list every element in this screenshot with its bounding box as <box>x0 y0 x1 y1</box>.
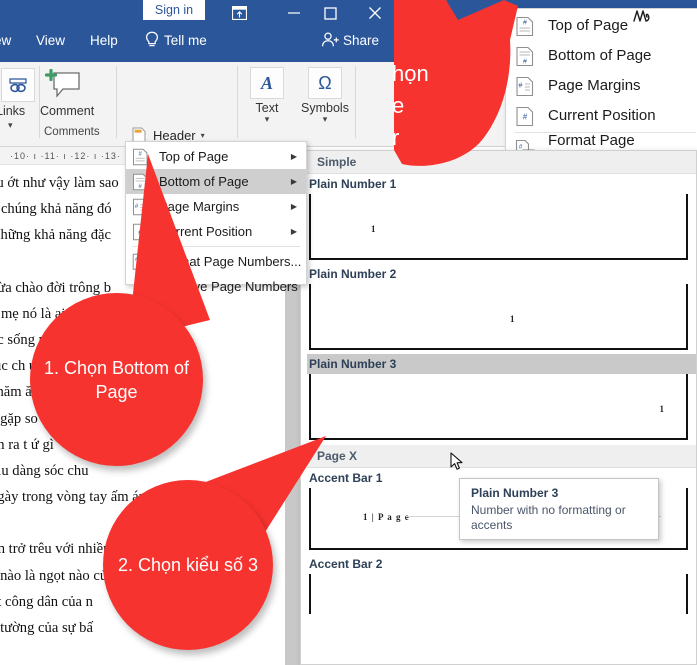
callout-step-2: 2. Chọn kiểu số 3 <box>103 480 273 650</box>
text-label: Text <box>255 101 279 115</box>
text-icon: A <box>250 67 284 99</box>
handwriting-annotation-icon <box>632 8 654 24</box>
share-person-icon <box>320 31 340 49</box>
menu-item-current-position[interactable]: # Current Position <box>506 101 697 131</box>
menu-label: Current Position <box>548 107 656 124</box>
callout-partial-line: e <box>392 93 405 118</box>
gallery-item-label-accent-2[interactable]: Accent Bar 2 <box>301 554 696 574</box>
minimize-icon[interactable] <box>274 0 314 26</box>
gallery-preview-plain-3[interactable]: 1 <box>309 374 688 440</box>
ruler-ticks: ·10· ı ·11· ı ·12· ı ·13· <box>10 150 121 161</box>
gallery-preview-plain-2[interactable]: 1 <box>309 284 688 350</box>
preview-page-number: 1 | P a g e <box>363 512 410 522</box>
callout-partial-text: họn e r <box>392 58 472 154</box>
links-dropdown-caret-icon[interactable]: ▾ <box>8 120 13 131</box>
menu-item-page-margins[interactable]: # Page Margins <box>506 71 697 101</box>
menu-item-view[interactable]: View <box>36 33 65 48</box>
gallery-preview-accent-2[interactable] <box>309 574 688 614</box>
menu-label: Top of Page <box>548 17 629 34</box>
comments-group-label: Comments <box>44 126 100 138</box>
menu-item-top-of-page[interactable]: # Top of Page <box>506 11 697 41</box>
chevron-down-icon[interactable]: ▾ <box>300 115 350 124</box>
text-group-button[interactable]: A Text ▾ <box>246 67 288 124</box>
symbols-label: Symbols <box>301 101 349 115</box>
chevron-right-icon[interactable]: ▶ <box>291 202 297 211</box>
gallery-item-label-plain-2[interactable]: Plain Number 2 <box>301 264 696 284</box>
tooltip-body: Number with no formatting or accents <box>471 503 626 532</box>
callout-step-2-text: 2. Chọn kiểu số 3 <box>117 555 259 575</box>
menu-item-bottom-of-page[interactable]: # Bottom of Page <box>506 41 697 71</box>
preview-page-number: 1 <box>371 224 376 234</box>
page-number-gallery[interactable]: Simple Plain Number 1 1 Plain Number 2 1… <box>300 150 697 665</box>
page-number-submenu-duplicate[interactable]: # Top of Page # Bottom of Page # Page Ma… <box>505 8 697 156</box>
menu-item-help[interactable]: Help <box>90 33 118 48</box>
gallery-tooltip: Plain Number 3 Number with no formatting… <box>459 478 659 540</box>
lightbulb-icon <box>143 30 161 50</box>
callout-step-1-text: 1. Chọn Bottom of Page <box>43 357 190 402</box>
tooltip-title: Plain Number 3 <box>471 486 559 500</box>
symbols-group-button[interactable]: Ω Symbols ▾ <box>300 67 350 124</box>
ribbon-separator <box>39 66 40 138</box>
chevron-right-icon[interactable]: ▶ <box>291 152 297 161</box>
tell-me-search[interactable]: Tell me <box>164 33 207 48</box>
menu-label: Page Margins <box>548 77 641 94</box>
omega-glyph: Ω <box>318 72 332 93</box>
share-button[interactable]: Share <box>343 33 379 48</box>
links-icon[interactable] <box>1 68 35 102</box>
gallery-preview-plain-1[interactable]: 1 <box>309 194 688 260</box>
ribbon-separator <box>116 66 117 138</box>
symbols-icon: Ω <box>308 67 342 99</box>
preview-page-number: 1 <box>659 404 665 414</box>
sign-in-button[interactable]: Sign in <box>143 0 205 20</box>
ribbon-separator <box>355 66 356 138</box>
comment-label: Comment <box>40 104 95 118</box>
menu-label: Bottom of Page <box>548 47 652 64</box>
gallery-item-label-plain-1[interactable]: Plain Number 1 <box>301 174 696 194</box>
mouse-pointer-icon <box>450 452 464 472</box>
ribbon-display-options-icon[interactable] <box>219 0 259 26</box>
preview-page-number: 1 <box>510 314 515 324</box>
callout-partial-line: r <box>392 125 400 150</box>
menu-item-view-partial[interactable]: ew <box>0 33 11 48</box>
text-glyph: A <box>260 72 273 93</box>
maximize-icon[interactable] <box>310 0 350 26</box>
gallery-group-pagex: Page X <box>301 445 696 468</box>
chevron-right-icon[interactable]: ▶ <box>291 177 297 186</box>
callout-partial-line: họn <box>392 61 429 86</box>
links-label: Links <box>0 104 26 118</box>
gallery-item-label-plain-3[interactable]: Plain Number 3 <box>301 354 696 374</box>
chevron-right-icon[interactable]: ▶ <box>291 227 297 236</box>
ribbon-separator <box>237 66 238 138</box>
new-comment-icon[interactable] <box>43 66 87 102</box>
chevron-down-icon[interactable]: ▾ <box>201 131 205 140</box>
chevron-down-icon[interactable]: ▾ <box>246 115 288 124</box>
